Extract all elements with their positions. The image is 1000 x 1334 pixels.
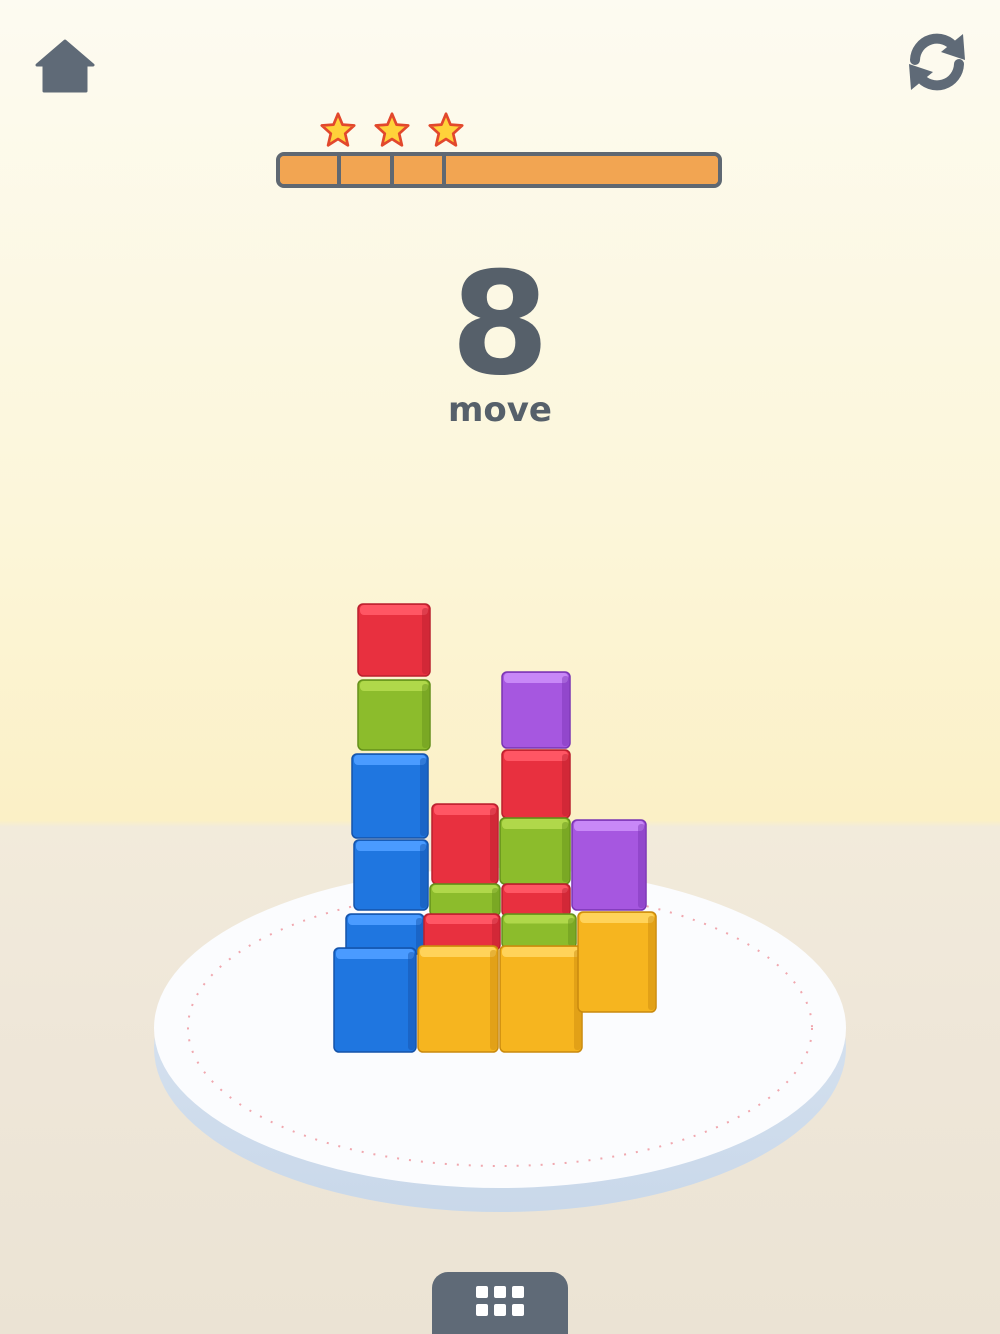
home-icon bbox=[35, 39, 95, 93]
progress-fill bbox=[280, 156, 718, 184]
moves-count: 8 bbox=[450, 242, 550, 407]
star-rating bbox=[0, 112, 1000, 152]
progress-threshold bbox=[442, 156, 446, 184]
progress-bar bbox=[276, 152, 722, 188]
yellow-cube[interactable] bbox=[499, 945, 583, 1053]
red-cube[interactable] bbox=[357, 603, 431, 677]
game-board bbox=[154, 603, 846, 1212]
green-cube[interactable] bbox=[429, 883, 501, 917]
star-icon bbox=[320, 112, 356, 147]
level-grid-icon bbox=[476, 1286, 524, 1316]
star-icon bbox=[374, 112, 410, 147]
red-cube[interactable] bbox=[501, 749, 571, 819]
yellow-cube[interactable] bbox=[417, 945, 499, 1053]
moves-label: move bbox=[447, 390, 552, 430]
home-button[interactable] bbox=[25, 25, 105, 105]
restart-button[interactable] bbox=[897, 22, 977, 102]
purple-cube[interactable] bbox=[571, 819, 647, 911]
red-cube[interactable] bbox=[423, 913, 501, 951]
progress-threshold bbox=[337, 156, 341, 184]
level-menu-button[interactable] bbox=[432, 1272, 568, 1334]
restart-icon bbox=[909, 33, 965, 91]
blue-cube[interactable] bbox=[353, 839, 429, 911]
blue-cube[interactable] bbox=[333, 947, 417, 1053]
purple-cube[interactable] bbox=[501, 671, 571, 749]
star-icon bbox=[428, 112, 464, 147]
green-cube[interactable] bbox=[501, 913, 577, 949]
red-cube[interactable] bbox=[431, 803, 499, 885]
progress-threshold bbox=[390, 156, 394, 184]
green-cube[interactable] bbox=[499, 817, 571, 885]
yellow-cube[interactable] bbox=[577, 911, 657, 1013]
blue-cube[interactable] bbox=[351, 753, 429, 839]
red-cube[interactable] bbox=[501, 883, 571, 917]
green-cube[interactable] bbox=[357, 679, 431, 751]
